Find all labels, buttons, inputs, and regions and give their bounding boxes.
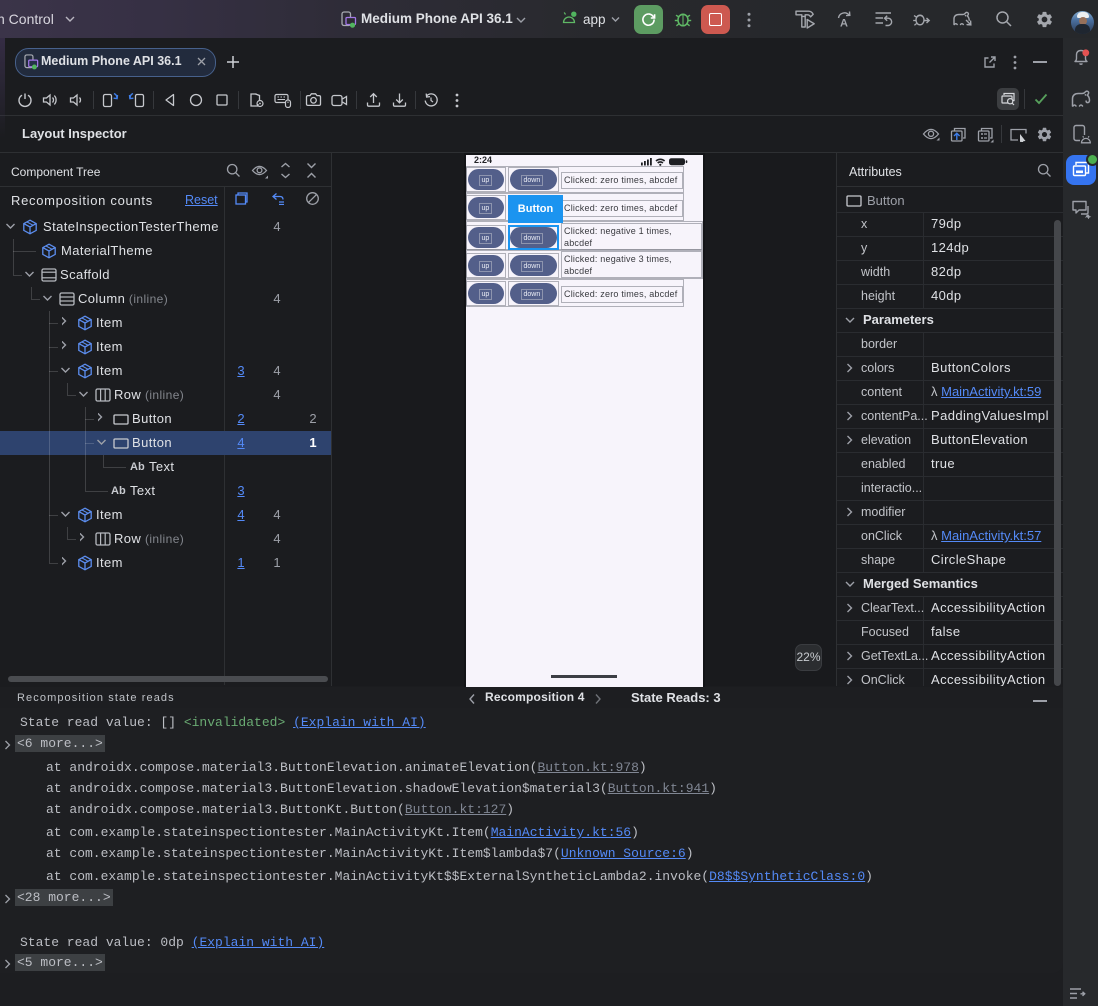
- svg-text:A: A: [840, 18, 848, 30]
